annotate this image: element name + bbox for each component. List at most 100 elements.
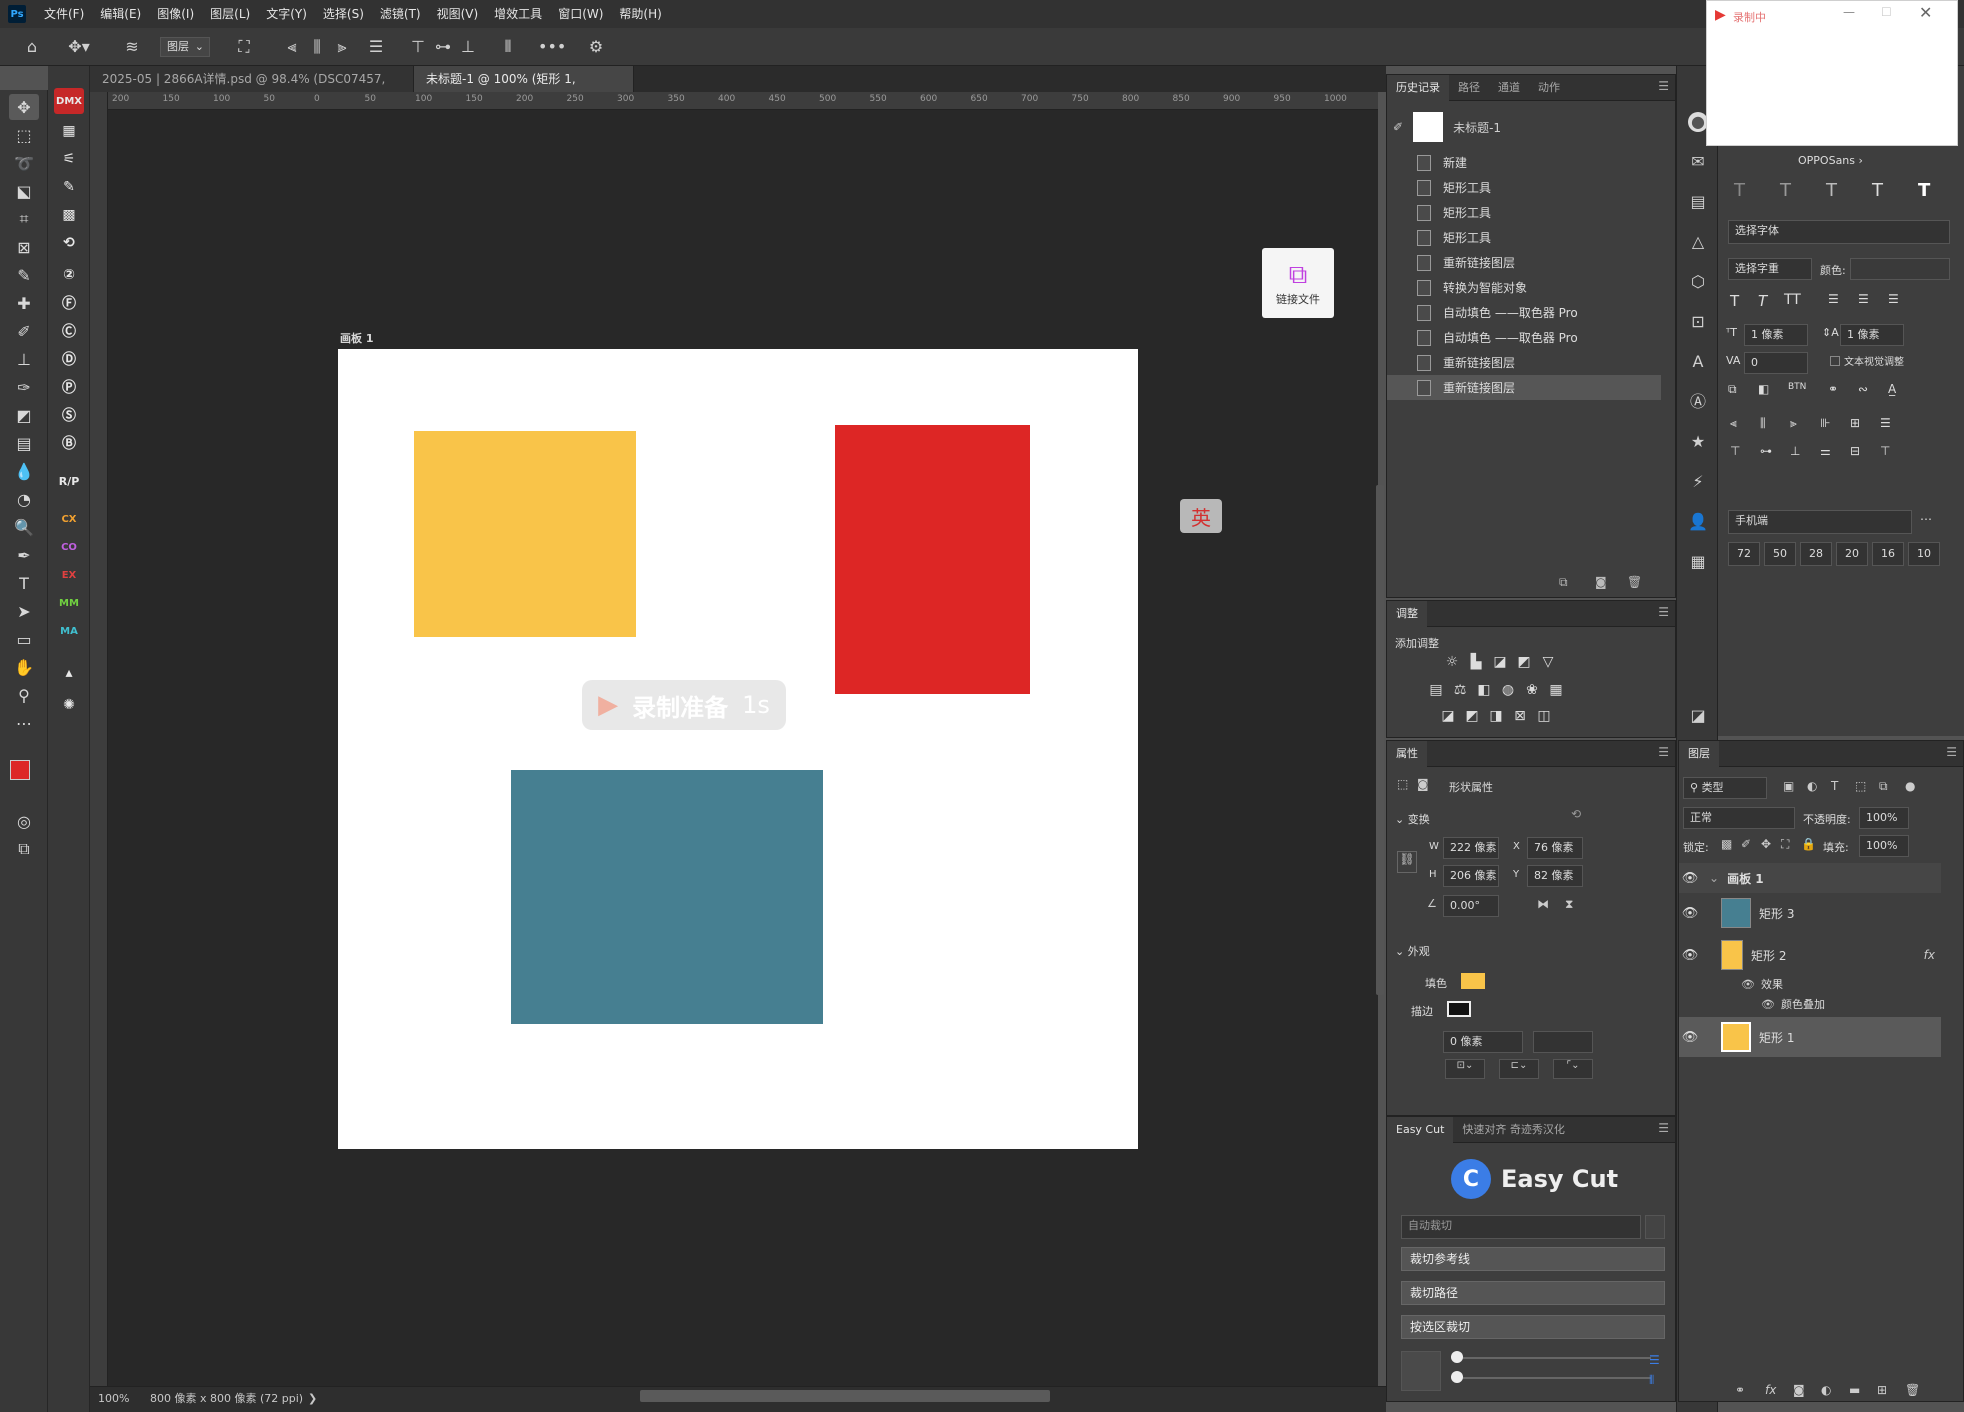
layer-rect-1[interactable]: 👁 矩形 1 — [1679, 1017, 1941, 1057]
line-height-field[interactable]: 1 像素 — [1840, 324, 1904, 346]
filter-toggle-icon[interactable]: ● — [1905, 779, 1915, 793]
align-layers-middle-icon[interactable]: ⊶ — [1760, 444, 1772, 458]
text-color-swatch[interactable] — [1850, 258, 1950, 280]
lightning-icon[interactable]: ⚡ — [1688, 472, 1708, 492]
link-layers-icon[interactable]: ⚭ — [1735, 1383, 1745, 1397]
notes-icon[interactable]: ▦ — [1688, 552, 1708, 572]
lock-panel-icon[interactable]: ◪ — [1688, 706, 1708, 726]
plugin-panel-icon[interactable]: ▦ — [54, 118, 84, 144]
brush-tool-icon[interactable]: ✐ — [9, 318, 39, 344]
dmx-plugin-icon[interactable]: DMX — [54, 88, 84, 114]
more-options-icon[interactable]: ••• — [538, 36, 566, 58]
tab-adjustments[interactable]: 调整 — [1387, 600, 1427, 627]
history-item[interactable]: 转换为智能对象 — [1387, 275, 1661, 300]
history-item[interactable]: 重新链接图层 — [1387, 350, 1661, 375]
new-group-icon[interactable]: ▬ — [1849, 1383, 1860, 1397]
blur-tool-icon[interactable]: 💧 — [9, 458, 39, 484]
panel-menu-icon[interactable]: ☰ — [1946, 745, 1957, 759]
path-select-tool-icon[interactable]: ➤ — [9, 598, 39, 624]
black-white-icon[interactable]: ◧ — [1475, 681, 1493, 699]
font-select-dropdown[interactable]: 选择字体 — [1728, 220, 1950, 244]
text-baseline-icon[interactable]: A̲ — [1888, 382, 1896, 396]
triangle-icon[interactable]: △ — [1688, 232, 1708, 252]
italic-icon[interactable]: T — [1758, 292, 1767, 310]
rectangle-teal[interactable] — [511, 770, 823, 1024]
menu-image[interactable]: 图像(I) — [149, 0, 202, 28]
menu-type[interactable]: 文字(Y) — [258, 0, 315, 28]
tab-history[interactable]: 历史记录 — [1387, 74, 1449, 101]
distribute-v-icon[interactable]: ⫴ — [496, 36, 520, 58]
all-caps-icon[interactable]: TT — [1784, 292, 1801, 308]
size-preset-20[interactable]: 20 — [1836, 542, 1868, 566]
tab-easy-cut[interactable]: Easy Cut — [1387, 1116, 1454, 1143]
eyedropper-tool-icon[interactable]: ✎ — [9, 262, 39, 288]
distribute-rows-icon[interactable]: ☰ — [1649, 1353, 1660, 1367]
stroke-width-field[interactable]: 0 像素 — [1443, 1031, 1523, 1053]
type-tool-icon[interactable]: T — [9, 570, 39, 596]
history-item[interactable]: 自动填色 ——取色器 Pro — [1387, 325, 1661, 350]
character-icon[interactable]: A — [1688, 352, 1708, 372]
layer-effects-row[interactable]: 👁 效果 — [1679, 973, 1941, 995]
easycut-mode-toggle[interactable] — [1645, 1215, 1665, 1239]
menu-layer[interactable]: 图层(L) — [202, 0, 258, 28]
threshold-icon[interactable]: ◨ — [1487, 707, 1505, 725]
history-brush-tool-icon[interactable]: ✑ — [9, 374, 39, 400]
size-preset-72[interactable]: 72 — [1728, 542, 1760, 566]
curves-icon[interactable]: ◪ — [1491, 653, 1509, 671]
font-weight-regular-icon[interactable]: T — [1826, 180, 1837, 201]
plugin-2-icon[interactable]: ② — [54, 262, 84, 288]
panel-menu-icon[interactable]: ☰ — [1658, 79, 1669, 93]
move-tool-preset-icon[interactable]: ✥▾ — [64, 36, 94, 58]
tab-channels[interactable]: 通道 — [1489, 75, 1529, 101]
history-item[interactable]: 自动填色 ——取色器 Pro — [1387, 300, 1661, 325]
filter-type-icon[interactable]: T — [1831, 779, 1838, 793]
size-preset-28[interactable]: 28 — [1800, 542, 1832, 566]
tk9-ma-icon[interactable]: MA — [54, 618, 84, 644]
frame-tool-icon[interactable]: ⊠ — [9, 234, 39, 260]
history-item[interactable]: 矩形工具 — [1387, 200, 1661, 225]
font-weight-medium-icon[interactable]: T — [1872, 180, 1883, 201]
angle-field[interactable]: 0.00° — [1443, 895, 1499, 917]
kerning-field[interactable]: 0 — [1744, 352, 1808, 374]
selective-color-icon[interactable]: ⊠ — [1511, 707, 1529, 725]
frame-icon[interactable]: ⊡ — [1688, 312, 1708, 332]
fx-icon[interactable]: fx — [1924, 948, 1935, 962]
align-text-right-icon[interactable]: ☰ — [1888, 292, 1899, 306]
appearance-section-toggle[interactable]: ⌄ 外观 — [1395, 943, 1430, 959]
doc-tab-2866a[interactable]: 2025-05 | 2866A详情.psd @ 98.4% (DSC07457,… — [90, 66, 414, 112]
layer-stack-icon[interactable]: ≋ — [120, 36, 144, 58]
warp-text-icon[interactable]: ∾ — [1858, 382, 1868, 396]
menu-window[interactable]: 窗口(W) — [550, 0, 611, 28]
zoom-tool-icon[interactable]: ⚲ — [9, 682, 39, 708]
size-preset-16[interactable]: 16 — [1872, 542, 1904, 566]
align-top-icon[interactable]: ⊤ — [406, 36, 430, 58]
distribute-layers-icon[interactable]: ☰ — [1880, 416, 1891, 430]
align-bottom-icon[interactable]: ⊥ — [456, 36, 480, 58]
plugin-brush-icon[interactable]: ✎ — [54, 174, 84, 200]
auto-select-target-dropdown[interactable]: 图层 ⌄ — [160, 37, 210, 57]
align-text-left-icon[interactable]: ☰ — [1828, 292, 1839, 306]
tk9-mm-icon[interactable]: MM — [54, 590, 84, 616]
tab-actions[interactable]: 动作 — [1529, 75, 1569, 101]
layout-icon[interactable]: ▤ — [1688, 192, 1708, 212]
menu-edit[interactable]: 编辑(E) — [92, 0, 149, 28]
tab-layers[interactable]: 图层 — [1679, 740, 1719, 767]
transform-controls-icon[interactable]: ⛶ — [232, 36, 256, 58]
clone-stamp-tool-icon[interactable]: ⊥ — [9, 346, 39, 372]
eye-icon[interactable]: 👁 — [1761, 998, 1775, 1011]
align-left-icon[interactable]: ⫷ — [280, 36, 304, 58]
link-dimensions-icon[interactable]: ⛓ — [1397, 851, 1417, 873]
layer-rect-3[interactable]: 👁 矩形 3 — [1679, 893, 1941, 933]
new-layer-icon[interactable]: ⊞ — [1877, 1383, 1887, 1397]
align-center-h-icon[interactable]: ⫼ — [305, 36, 329, 58]
stroke-align-dropdown[interactable]: ⊡⌄ — [1445, 1059, 1485, 1079]
device-dropdown[interactable]: 手机端 — [1728, 510, 1912, 534]
flip-vertical-icon[interactable]: ⧗ — [1565, 897, 1573, 912]
trash-icon[interactable]: 🗑 — [1627, 575, 1642, 589]
align-middle-v-icon[interactable]: ⊶ — [431, 36, 455, 58]
gradient-map-icon[interactable]: ◫ — [1535, 707, 1553, 725]
close-icon[interactable]: ✕ — [1919, 3, 1932, 22]
rectangle-red[interactable] — [835, 425, 1030, 694]
tk9-ex-icon[interactable]: EX — [54, 562, 84, 588]
lock-position-icon[interactable]: ✥ — [1761, 837, 1771, 851]
